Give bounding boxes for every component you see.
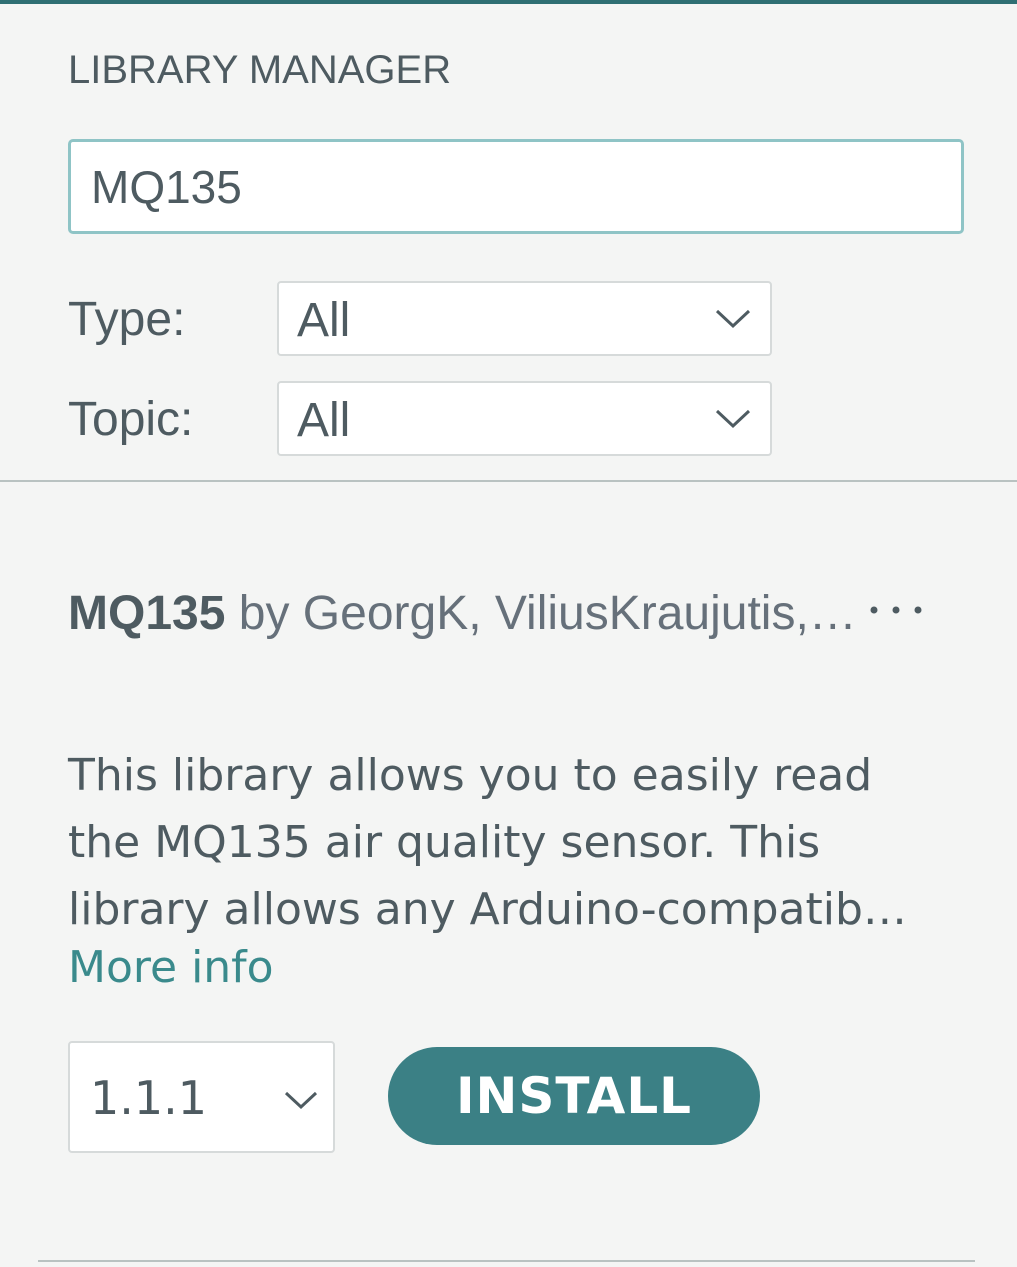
topic-filter-label: Topic: [68, 393, 194, 446]
chevron-down-icon [715, 309, 751, 329]
filter-divider [0, 480, 1017, 482]
chevron-down-icon [715, 409, 751, 429]
library-description: This library allows you to easily read t… [68, 750, 907, 935]
install-button[interactable]: INSTALL [388, 1047, 760, 1145]
panel-top-border [0, 0, 1017, 4]
more-options-icon[interactable] [866, 588, 926, 628]
version-value: 1.1.1 [90, 1071, 208, 1125]
type-filter-select[interactable]: All [277, 281, 772, 356]
topic-filter-select[interactable]: All [277, 381, 772, 456]
item-divider [38, 1260, 975, 1262]
type-filter-value: All [297, 294, 351, 347]
library-authors: by GeorgK, ViliusKraujutis,… [238, 587, 857, 640]
panel-title: LIBRARY MANAGER [68, 48, 452, 92]
more-info-link[interactable]: More info [68, 942, 274, 993]
topic-filter-value: All [297, 394, 351, 447]
type-filter-label: Type: [68, 293, 186, 346]
chevron-down-icon [284, 1091, 318, 1110]
library-name: MQ135 [68, 587, 226, 640]
library-search-input[interactable] [68, 139, 964, 234]
version-select[interactable]: 1.1.1 [68, 1041, 335, 1153]
library-item-title: MQ135 by GeorgK, ViliusKraujutis,… [68, 580, 888, 648]
